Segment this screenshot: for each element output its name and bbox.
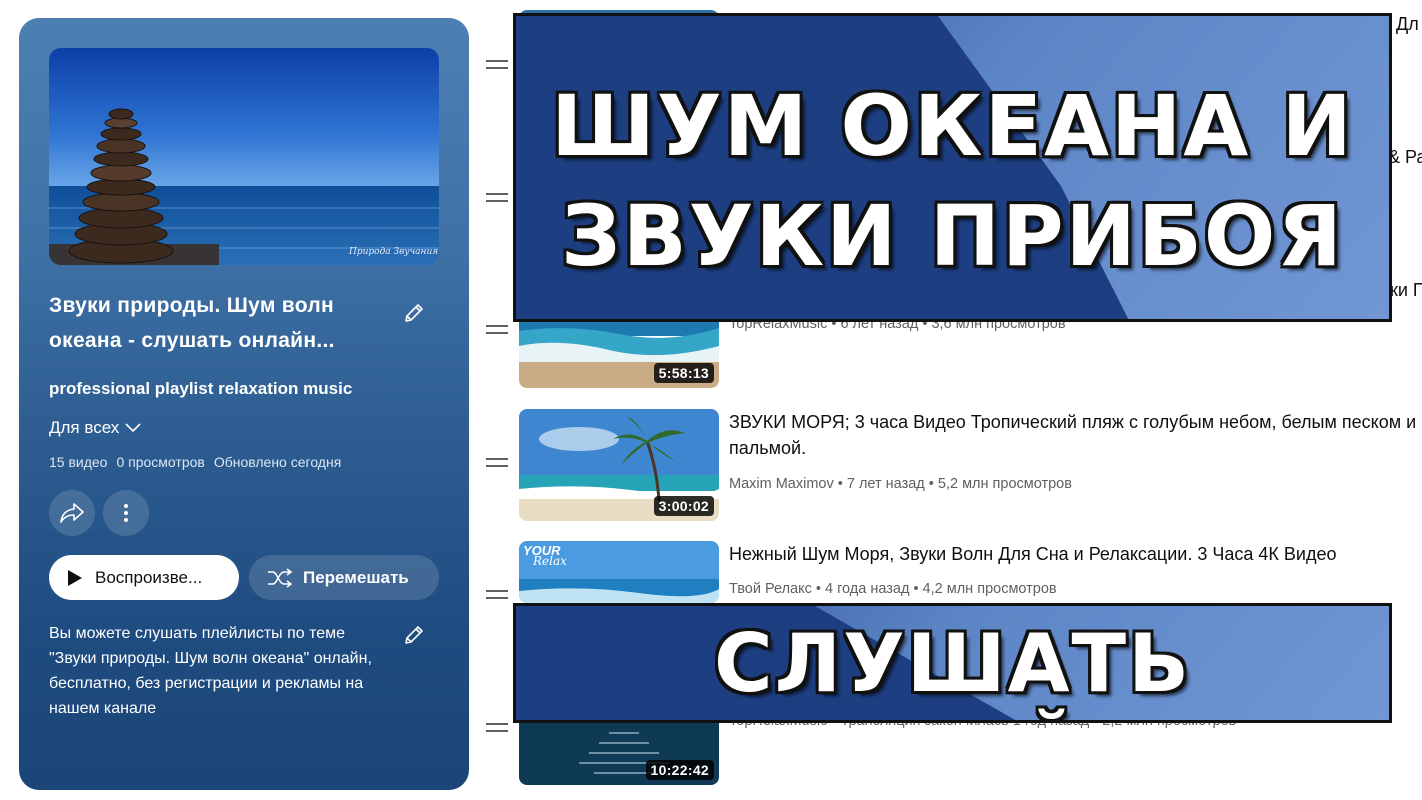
video-meta: Твой Релакс • 4 года назад • 4,2 млн про… [729,581,1057,597]
chevron-down-icon [125,423,141,433]
drag-handle[interactable] [486,60,508,74]
play-all-button[interactable]: Воспроизве... [49,555,239,600]
video-title[interactable]: ЗВУКИ МОРЯ; 3 часа Видео Тропический пля… [729,409,1422,461]
playlist-title-line1: Звуки природы. Шум волн [49,294,334,317]
more-actions-button[interactable] [103,490,149,536]
drag-handle[interactable] [486,723,508,737]
updated-date: Обновлено сегодня [213,454,342,470]
shuffle-icon [268,567,293,588]
shuffle-label: Перемешать [303,567,409,587]
page: Природа Звучания Звуки природы. Шум волн… [0,0,1422,800]
playlist-panel: Природа Звучания Звуки природы. Шум волн… [19,18,469,790]
playlist-title: Звуки природы. Шум волн океана - слушать… [49,288,369,358]
playlist-title-line2: океана - слушать онлайн... [49,329,335,352]
share-button[interactable] [49,490,95,536]
video-count: 15 видео [49,454,108,470]
edit-title-button[interactable] [399,298,429,328]
view-count: 0 просмотров [116,454,205,470]
video-thumbnail[interactable]: 3:00:02 [519,409,719,521]
edit-description-button[interactable] [399,620,429,650]
drag-handle[interactable] [486,325,508,339]
share-icon [60,503,84,523]
play-icon [68,569,82,586]
banner-headline-line1: ШУМ ОКЕАНА И [551,77,1354,175]
drag-handle[interactable] [486,193,508,207]
video-duration: 10:22:42 [645,760,714,780]
privacy-label: Для всех [49,418,120,437]
playlist-description: Вы можете слушать плейлисты по теме "Зву… [49,625,372,717]
video-title-fragment[interactable]: Дл [1396,14,1419,35]
shuffle-button[interactable]: Перемешать [249,555,439,600]
video-thumbnail[interactable]: YOUR Relax [519,541,719,603]
playlist-stats: 15 видео 0 просмотров Обновлено сегодня [49,454,341,470]
drag-handle[interactable] [486,590,508,604]
playlist-cover-image[interactable]: Природа Звучания [49,48,439,265]
video-title-fragment[interactable]: & Ра [1388,147,1422,168]
play-all-label: Воспроизве... [95,567,203,587]
banner-headline-bottom: СЛУШАТЬ ОНЛАЙН [713,617,1192,721]
banner-headline-line2: ЗВУКИ ПРИБОЯ [561,187,1344,285]
video-duration: 3:00:02 [653,496,714,516]
headline-banner-bottom: СЛУШАТЬ ОНЛАЙН [513,603,1392,723]
video-meta: Maxim Maximov • 7 лет назад • 5,2 млн пр… [729,476,1072,492]
headline-banner-top: ШУМ ОКЕАНА И ЗВУКИ ПРИБОЯ [513,13,1392,322]
pencil-icon [405,304,423,322]
privacy-dropdown[interactable]: Для всех [49,418,141,438]
video-title[interactable]: Нежный Шум Моря, Звуки Волн Для Сна и Ре… [729,541,1422,567]
video-title-fragment[interactable]: ки П [1390,280,1422,301]
cover-watermark: Природа Звучания [348,247,438,257]
pencil-icon [405,626,423,644]
drag-handle[interactable] [486,458,508,472]
thumbnail-logo-text: Relax [533,554,567,568]
video-duration: 5:58:13 [653,363,714,383]
playlist-author[interactable]: professional playlist relaxation music [49,379,352,399]
more-vertical-icon [124,504,128,522]
